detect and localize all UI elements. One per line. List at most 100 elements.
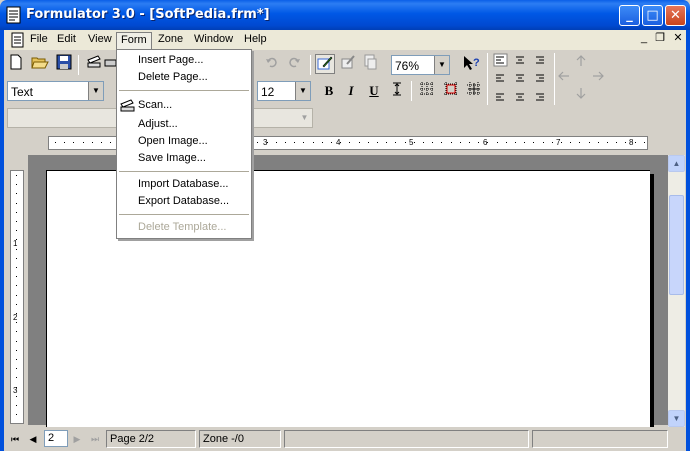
pointer-question-icon: ? — [464, 56, 480, 70]
document-icon[interactable] — [10, 32, 26, 48]
scan-button[interactable] — [84, 54, 104, 74]
print-button[interactable] — [104, 54, 117, 74]
mdi-minimize-button[interactable]: _ — [636, 32, 652, 47]
align-bottom-right-icon[interactable] — [536, 93, 544, 101]
ruler-tick — [16, 221, 17, 222]
align-icons[interactable] — [493, 53, 553, 105]
ruler-number: 3 — [263, 138, 268, 147]
menu-item-import-database[interactable]: Import Database... — [138, 176, 229, 192]
grid-button[interactable] — [417, 81, 437, 101]
chevron-down-icon: ▼ — [434, 56, 449, 74]
align-bottom-left-icon[interactable] — [496, 93, 504, 101]
ruler-number: 4 — [336, 138, 341, 147]
last-page-button[interactable]: ⏭ — [88, 432, 102, 446]
mdi-restore-button[interactable]: ❐ — [652, 32, 668, 47]
ruler-tick — [73, 142, 74, 143]
bold-button[interactable]: B — [319, 81, 339, 101]
menu-item-open-image[interactable]: Open Image... — [138, 133, 208, 149]
ruler-tick — [497, 142, 498, 143]
menu-zone[interactable]: Zone — [154, 32, 187, 49]
menu-bar: File Edit View Form Zone Window Help _ ❐… — [4, 30, 686, 50]
menu-item-save-image[interactable]: Save Image... — [138, 150, 206, 166]
next-page-button[interactable]: ▶ — [70, 432, 84, 446]
ruler-tick — [322, 142, 323, 143]
ruler-tick — [16, 359, 17, 360]
align-bottom-center-icon[interactable] — [516, 93, 524, 101]
menu-edit[interactable]: Edit — [53, 32, 80, 49]
align-middle-left-icon[interactable] — [496, 74, 504, 82]
ruler-tick — [414, 142, 415, 143]
status-bar: ⏮ ◀ 2 ▶ ⏭ Page 2/2 Zone -/0 — [4, 427, 686, 451]
menu-item-delete-template: Delete Template... — [138, 221, 227, 233]
page-number-input[interactable]: 2 — [44, 430, 68, 447]
ruler-tick — [101, 142, 102, 143]
zoom-select[interactable]: 76% ▼ — [391, 55, 450, 75]
italic-button[interactable]: I — [341, 81, 361, 101]
chevron-down-icon: ▼ — [295, 82, 310, 100]
font-size-select[interactable]: 12 ▼ — [257, 81, 311, 101]
menu-item-adjust[interactable]: Adjust... — [138, 116, 178, 132]
toolbar-separator — [554, 53, 555, 105]
vertical-scrollbar[interactable]: ▲ ▼ — [668, 155, 685, 427]
title-bar[interactable]: Formulator 3.0 - [SoftPedia.frm*] _ □ ✕ — [0, 0, 690, 30]
maximize-button[interactable]: □ — [642, 5, 663, 26]
red-grid-button[interactable] — [441, 81, 461, 101]
style-value: Text — [11, 85, 34, 99]
arrow-left-icon[interactable] — [558, 71, 569, 81]
menu-item-delete-page[interactable]: Delete Page... — [138, 69, 208, 85]
ruler-tick — [16, 249, 17, 250]
ruler-tick — [64, 142, 65, 143]
menu-form[interactable]: Form — [116, 32, 152, 49]
style-select[interactable]: Text ▼ — [7, 81, 104, 101]
menu-item-insert-page[interactable]: Insert Page... — [138, 52, 203, 68]
align-middle-right-icon[interactable] — [536, 74, 544, 82]
undo-button[interactable] — [262, 55, 282, 75]
move-zone-button[interactable] — [464, 81, 484, 101]
ruler-tick — [16, 331, 17, 332]
ruler-tick — [359, 142, 360, 143]
close-button[interactable]: ✕ — [665, 5, 686, 26]
menu-separator — [119, 214, 249, 215]
ruler-tick — [110, 142, 111, 143]
menu-separator — [119, 90, 249, 91]
open-button[interactable] — [30, 54, 50, 74]
minimize-button[interactable]: _ — [619, 5, 640, 26]
ruler-tick — [16, 276, 17, 277]
scroll-up-button[interactable]: ▲ — [668, 155, 685, 172]
zone-tool-button[interactable] — [338, 54, 358, 74]
ruler-tick — [16, 267, 17, 268]
zone-edit-button[interactable] — [315, 54, 335, 74]
scanner-icon — [120, 99, 135, 112]
mdi-close-button[interactable]: ✕ — [670, 32, 686, 47]
scroll-down-button[interactable]: ▼ — [668, 410, 685, 427]
menu-window[interactable]: Window — [190, 32, 237, 49]
redo-button[interactable] — [284, 55, 304, 75]
menu-view[interactable]: View — [84, 32, 116, 49]
align-middle-center-icon[interactable] — [516, 74, 524, 82]
printer-icon — [104, 59, 117, 67]
align-top-left-icon[interactable] — [493, 53, 508, 67]
chevron-down-icon: ▼ — [300, 113, 309, 122]
scroll-thumb[interactable] — [669, 195, 684, 295]
save-button[interactable] — [54, 54, 74, 74]
menu-item-export-database[interactable]: Export Database... — [138, 193, 229, 209]
line-spacing-button[interactable] — [387, 81, 407, 101]
underline-button[interactable]: U — [364, 81, 384, 101]
copy-zone-button[interactable] — [360, 54, 380, 74]
status-panel — [532, 430, 668, 448]
ruler-number: 5 — [409, 138, 414, 147]
ruler-tick — [16, 184, 17, 185]
align-top-center-icon[interactable] — [516, 56, 524, 64]
svg-text:?: ? — [473, 57, 480, 69]
arrow-right-icon[interactable] — [593, 71, 604, 81]
arrow-up-icon[interactable] — [576, 55, 586, 66]
context-help-button[interactable]: ? — [461, 54, 481, 74]
previous-page-button[interactable]: ◀ — [26, 432, 40, 446]
first-page-button[interactable]: ⏮ — [8, 432, 22, 446]
menu-item-scan[interactable]: Scan... — [138, 97, 172, 113]
align-top-right-icon[interactable] — [536, 56, 544, 64]
menu-help[interactable]: Help — [240, 32, 271, 49]
arrow-down-icon[interactable] — [576, 88, 586, 99]
menu-file[interactable]: File — [26, 32, 52, 49]
new-button[interactable] — [6, 54, 26, 74]
